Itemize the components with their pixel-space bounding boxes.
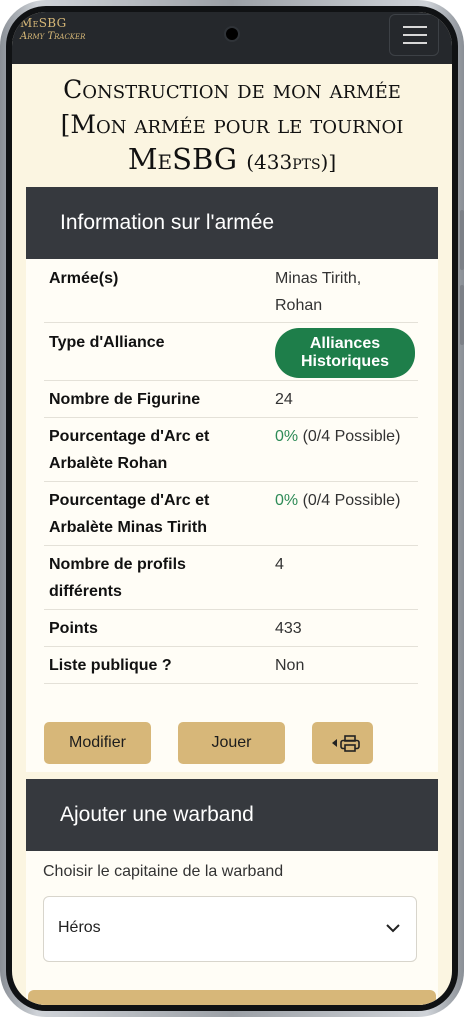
warband-card: Ajouter une warband Choisir le capitaine… bbox=[26, 779, 438, 1005]
row-value: 433 bbox=[275, 620, 302, 637]
row-value: 4 bbox=[275, 556, 284, 573]
percent-value: 0% bbox=[275, 428, 299, 445]
army-info-header: Information sur l'armée bbox=[26, 187, 438, 259]
print-icon bbox=[331, 735, 360, 752]
play-button[interactable]: Jouer bbox=[178, 722, 285, 764]
captain-select-value: Héros bbox=[58, 919, 101, 936]
hamburger-icon-bar bbox=[403, 34, 427, 36]
row-value: 0% (0/4 Possible) bbox=[275, 423, 425, 450]
hamburger-icon bbox=[403, 26, 427, 28]
alliance-badge: Alliances Historiques bbox=[275, 328, 415, 378]
table-row: Type d'Alliance Alliances Historiques bbox=[44, 323, 418, 381]
navbar: MeSBG Army Tracker bbox=[12, 12, 452, 64]
row-label: Type d'Alliance bbox=[49, 334, 165, 351]
captain-label: Choisir le capitaine de la warband bbox=[43, 863, 284, 880]
table-row: Armée(s) Minas Tirith, Rohan bbox=[44, 259, 418, 323]
captain-select[interactable]: Héros bbox=[43, 896, 417, 962]
brand-line1: MeSBG bbox=[20, 16, 67, 30]
warband-header: Ajouter une warband bbox=[26, 779, 438, 851]
table-row: Liste publique ? Non bbox=[44, 647, 418, 684]
row-label: Pourcentage d'Arc et Arbalète Rohan bbox=[49, 428, 210, 472]
table-row: Pourcentage d'Arc et Arbalète Rohan 0% (… bbox=[44, 418, 418, 482]
table-row: Pourcentage d'Arc et Arbalète Minas Tiri… bbox=[44, 482, 418, 546]
possible-value: (0/4 Possible) bbox=[302, 428, 401, 445]
army-info-table: Armée(s) Minas Tirith, Rohan Type d'Alli… bbox=[44, 259, 418, 684]
screen: MeSBG Army Tracker Construction de mon a… bbox=[12, 12, 452, 1005]
phone-frame: MeSBG Army Tracker Construction de mon a… bbox=[0, 0, 464, 1017]
hamburger-icon-bar bbox=[403, 42, 427, 44]
row-label: Armée(s) bbox=[49, 270, 119, 287]
row-value: 24 bbox=[275, 391, 293, 408]
table-row: Nombre de profils différents 4 bbox=[44, 546, 418, 610]
title-line1: Construction de mon armée bbox=[63, 75, 401, 104]
phone-side-button bbox=[460, 285, 464, 345]
row-label: Liste publique ? bbox=[49, 657, 172, 674]
possible-value: (0/4 Possible) bbox=[302, 492, 401, 509]
edit-button[interactable]: Modifier bbox=[44, 722, 151, 764]
print-button[interactable] bbox=[312, 722, 373, 764]
army-info-card: Information sur l'armée Armée(s) Minas T… bbox=[26, 187, 438, 772]
next-button-partial[interactable] bbox=[28, 990, 436, 1005]
title-mesbg: MeSBG bbox=[127, 142, 238, 176]
row-value: Alliances Historiques bbox=[275, 328, 415, 378]
title-line3: MeSBG (433pts)] bbox=[12, 142, 452, 180]
brand-line2: Army Tracker bbox=[20, 31, 86, 42]
percent-value: 0% bbox=[275, 492, 299, 509]
brand-logo[interactable]: MeSBG Army Tracker bbox=[20, 17, 85, 43]
row-label: Points bbox=[49, 620, 98, 637]
title-points: (433pts)] bbox=[246, 150, 337, 174]
phone-side-button bbox=[460, 210, 464, 270]
camera-notch bbox=[224, 26, 240, 42]
row-label: Nombre de profils différents bbox=[49, 556, 186, 600]
row-value: 0% (0/4 Possible) bbox=[275, 487, 425, 514]
title-line2: [Mon armée pour le tournoi bbox=[60, 110, 404, 139]
row-label: Pourcentage d'Arc et Arbalète Minas Tiri… bbox=[49, 492, 210, 536]
row-value: Non bbox=[275, 657, 305, 674]
row-label: Nombre de Figurine bbox=[49, 391, 201, 408]
row-value: Minas Tirith, Rohan bbox=[275, 270, 362, 314]
table-row: Points 433 bbox=[44, 610, 418, 647]
chevron-down-icon bbox=[386, 924, 400, 933]
page-title: Construction de mon armée [Mon armée pou… bbox=[12, 72, 452, 180]
menu-toggle-button[interactable] bbox=[389, 14, 439, 56]
table-row: Nombre de Figurine 24 bbox=[44, 381, 418, 418]
